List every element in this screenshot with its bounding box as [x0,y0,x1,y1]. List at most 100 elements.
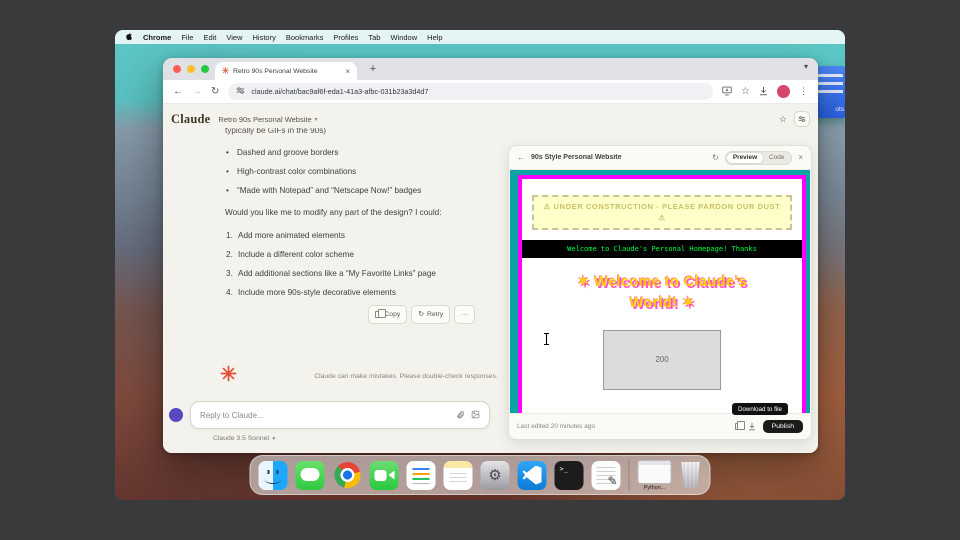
apple-menu-icon[interactable] [125,32,133,43]
install-app-icon[interactable] [722,83,732,101]
chat-controls-button[interactable] [794,111,810,127]
profile-avatar[interactable] [777,85,790,98]
list-item: Include more 90s-style decorative elemen… [226,286,396,299]
artifact-copy-icon[interactable] [734,421,746,430]
menubar-item-tab[interactable]: Tab [368,33,380,42]
zoom-window-button[interactable] [201,65,209,73]
insert-image-icon[interactable] [471,406,480,424]
publish-button[interactable]: Publish [762,420,803,433]
clipped-message-line: typically be GIFs in the 90s) [225,128,327,135]
dock-icon-facetime[interactable] [369,460,399,490]
claude-starburst-icon [220,365,237,387]
under-construction-banner: ⚠ UNDER CONSTRUCTION - PLEASE PARDON OUR… [532,195,792,230]
forward-icon: → [192,85,202,97]
claude-app: Claude Retro 90s Personal Website ▾ ☆ ty… [163,104,818,453]
favorite-star-icon[interactable]: ☆ [779,114,787,125]
close-window-button[interactable] [173,65,181,73]
dock-icon-chrome[interactable] [334,462,360,488]
list-item: Add more animated elements [226,229,345,242]
dock-icon-settings[interactable]: ⚙ [480,460,510,490]
broken-image-placeholder: 200 [603,329,721,390]
message-numbered-list: Add more animated elements Include a dif… [225,229,475,299]
browser-tab[interactable]: Retro 90s Personal Website × [215,62,357,80]
tab-code[interactable]: Code [763,153,790,163]
message-bullet-list: Dashed and groove borders High-contrast … [225,146,475,197]
message-actions: Copy ↻ Retry ··· [225,305,475,324]
tab-preview[interactable]: Preview [726,152,764,163]
menubar-item-file[interactable]: File [181,33,193,42]
artifact-preview: ⚠ UNDER CONSTRUCTION - PLEASE PARDON OUR… [510,170,810,413]
last-edited-text: Last edited 20 minutes ago [517,423,596,430]
dock-icon-finder[interactable] [258,460,288,490]
dock-icon-messages[interactable] [295,460,325,490]
dock-icon-terminal[interactable]: >_ [554,460,584,490]
menubar-item-history[interactable]: History [253,33,276,42]
pencil-icon: ✎ [607,473,618,488]
claude-logo[interactable]: Claude [171,112,210,127]
claude-header: Claude Retro 90s Personal Website ▾ ☆ [171,109,810,129]
chrome-tabstrip: Retro 90s Personal Website × + ▾ [163,58,818,80]
address-bar[interactable]: claude.ai/chat/bac9af6f-eda1-41a3-afbc-0… [228,83,714,100]
user-avatar[interactable] [169,408,183,422]
attach-file-icon[interactable] [456,406,465,424]
dock-icon-vscode[interactable] [517,460,547,490]
browser-menu-icon[interactable]: ⋮ [799,86,808,97]
menubar-app-name[interactable]: Chrome [143,33,171,42]
new-tab-button[interactable]: + [365,62,381,78]
list-item: High-contrast color combinations [225,165,475,178]
menubar-item-view[interactable]: View [226,33,242,42]
list-item: “Made with Notepad” and “Netscape Now!” … [225,184,475,197]
dock-window-label: Python... [643,484,666,491]
bookmark-star-icon[interactable]: ☆ [741,86,750,97]
macos-menubar: Chrome File Edit View History Bookmarks … [115,30,845,44]
chrome-toolbar: ← → ↻ claude.ai/chat/bac9af6f-eda1-41a3-… [163,80,818,104]
dock-icon-trash[interactable] [681,461,700,489]
url-text: claude.ai/chat/bac9af6f-eda1-41a3-afbc-0… [251,87,429,96]
terminal-prompt-icon: >_ [559,464,568,473]
reply-input[interactable]: Reply to Claude... [190,401,490,429]
artifact-close-icon[interactable]: × [798,153,803,162]
window-thumbnail[interactable] [637,459,672,484]
desktop-widget-label: ots [835,106,844,113]
menubar-item-profiles[interactable]: Profiles [333,33,358,42]
dock-icon-textedit[interactable]: ✎ [591,460,621,490]
minimize-window-button[interactable] [187,65,195,73]
downloads-icon[interactable] [759,83,768,101]
retry-button[interactable]: ↻ Retry [411,305,451,324]
list-item: Dashed and groove borders [225,146,475,159]
artifact-header: ← 90s Style Personal Website ↻ Preview C… [509,146,811,170]
artifact-refresh-icon[interactable]: ↻ [712,153,719,162]
artifact-download-icon[interactable] [748,418,756,436]
back-icon[interactable]: ← [173,86,183,97]
tab-search-icon[interactable]: ▾ [804,62,808,71]
gear-icon: ⚙ [488,466,502,484]
chevron-down-icon: ▾ [314,116,318,123]
retry-icon: ↻ [418,311,424,318]
model-selector[interactable]: Claude 3.5 Sonnet ▾ [213,435,275,442]
chat-title-dropdown[interactable]: Retro 90s Personal Website ▾ [218,115,317,124]
tab-title: Retro 90s Personal Website [233,67,318,75]
dock-separator [628,459,630,491]
list-item: Include a different color scheme [226,248,354,261]
text-cursor [542,332,551,351]
tab-close-icon[interactable]: × [345,67,350,76]
dock-icon-notes[interactable] [443,460,473,490]
assistant-message: typically be GIFs in the 90s) Dashed and… [225,128,475,324]
reload-icon[interactable]: ↻ [211,86,219,97]
dock-icon-reminders[interactable] [406,460,436,490]
preview-code-toggle: Preview Code [724,150,793,165]
more-options-button[interactable]: ··· [454,305,475,324]
message-question: Would you like me to modify any part of … [225,208,442,217]
copy-icon [375,309,386,318]
menubar-item-bookmarks[interactable]: Bookmarks [286,33,324,42]
menubar-item-edit[interactable]: Edit [203,33,216,42]
artifact-back-icon[interactable]: ← [517,153,525,162]
dock-minimized-window-python[interactable]: Python... [637,459,672,491]
menubar-item-window[interactable]: Window [390,33,417,42]
site-settings-icon[interactable] [236,86,245,97]
list-item: Add additional sections like a “My Favor… [226,267,436,280]
download-tooltip: Download to file [731,403,788,415]
menubar-item-help[interactable]: Help [427,33,442,42]
copy-button[interactable]: Copy [368,305,408,324]
tab-favicon-claude-icon [222,66,229,76]
